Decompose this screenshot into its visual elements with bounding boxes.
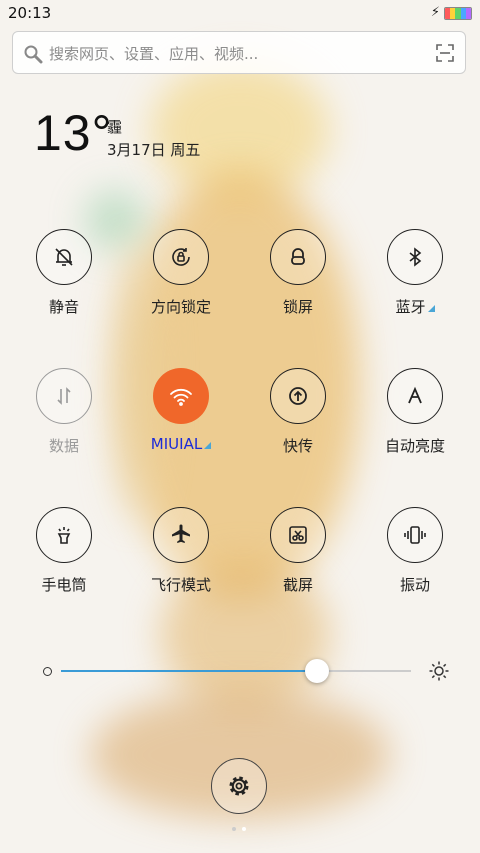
slider-track[interactable] [61,659,411,683]
toggle-airplane-mode[interactable]: 飞行模式 [126,507,236,595]
status-time: 20:13 [8,4,52,22]
lock-icon [270,229,326,285]
status-bar: 20:13 ⚡ [0,0,480,28]
toggle-label: 静音 [48,298,79,316]
quick-transfer-icon [270,368,326,424]
charging-icon: ⚡ [430,5,440,20]
bluetooth-icon [387,229,443,285]
toggle-label: MIUIAL [150,435,203,453]
brightness-slider[interactable] [40,656,450,686]
search-icon [24,45,43,64]
gear-icon [229,776,249,796]
flashlight-icon [36,507,92,563]
toggle-label: 截屏 [282,576,313,594]
temperature: 13° [34,105,113,161]
toggle-flashlight[interactable]: 手电筒 [9,507,119,595]
bell-off-icon [36,229,92,285]
toggle-label: 快传 [282,437,313,455]
toggle-wifi[interactable]: MIUIAL [126,368,236,453]
slider-fill [61,670,317,672]
search-bar[interactable]: 搜索网页、设置、应用、视频... [12,31,466,74]
expand-indicator-icon [204,442,212,449]
battery-icon [444,7,472,20]
toggle-auto-brightness[interactable]: 自动亮度 [360,368,470,456]
scan-icon[interactable] [436,44,454,62]
expand-indicator-icon [427,305,435,312]
toggle-label: 手电筒 [41,576,87,594]
rotation-lock-icon [153,229,209,285]
page-dot-active [242,827,246,831]
auto-brightness-icon [387,368,443,424]
slider-thumb[interactable] [304,659,329,683]
toggle-label: 飞行模式 [150,576,211,594]
toggle-vibrate[interactable]: 振动 [360,507,470,595]
airplane-icon [153,507,209,563]
weather-date: 3月17日 周五 [107,141,201,159]
toggle-label: 振动 [399,576,430,594]
toggle-label: 方向锁定 [150,298,211,316]
brightness-low-icon [43,667,52,676]
weather-condition: 霾 [107,118,123,136]
toggle-label: 锁屏 [282,298,313,316]
vibrate-icon [387,507,443,563]
toggle-label: 自动亮度 [384,437,445,455]
toggle-label: 蓝牙 [395,298,426,316]
toggle-bluetooth[interactable]: 蓝牙 [360,229,470,317]
search-placeholder: 搜索网页、设置、应用、视频... [49,45,259,63]
wifi-icon [153,368,209,424]
page-dot [232,827,236,831]
mobile-data-icon [36,368,92,424]
toggle-label: 数据 [48,437,79,455]
toggle-silent[interactable]: 静音 [9,229,119,317]
toggle-rotation-lock[interactable]: 方向锁定 [126,229,236,317]
settings-button[interactable] [211,758,267,814]
page-indicator [232,827,246,831]
toggle-mobile-data[interactable]: 数据 [9,368,119,456]
weather-widget[interactable]: 13° 霾 3月17日 周五 [34,105,200,161]
screenshot-icon [270,507,326,563]
toggle-lock-screen[interactable]: 锁屏 [243,229,353,317]
brightness-high-icon [429,661,449,681]
toggle-screenshot[interactable]: 截屏 [243,507,353,595]
toggle-quick-transfer[interactable]: 快传 [243,368,353,456]
